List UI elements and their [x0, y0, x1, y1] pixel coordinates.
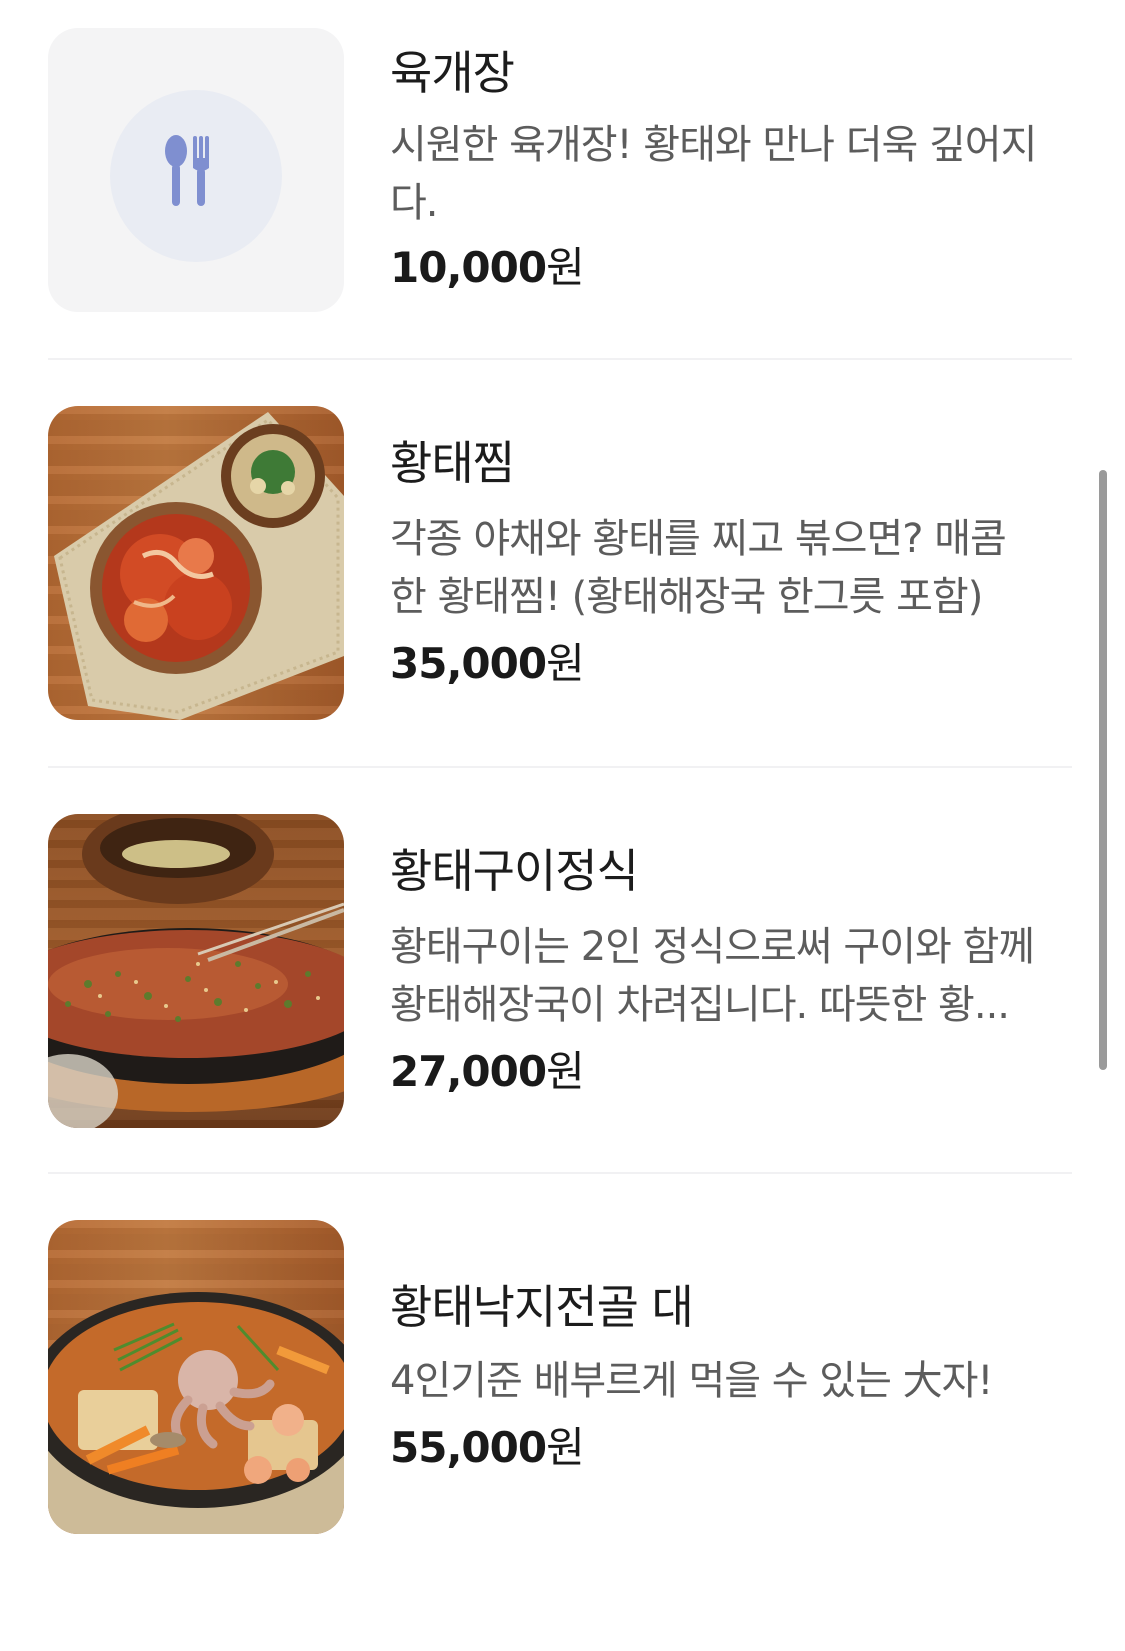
- menu-item-description: 각종 야채와 황태를 찌고 볶으면? 매콤한 황태찜! (황태해장국 한그릇 포…: [390, 516, 1007, 620]
- menu-item-description: 황태구이는 2인 정식으로써 구이와 함께 황태해장국이 차려집니다. 따뜻한 …: [390, 924, 1035, 1028]
- pollack-octopus-hotpot-photo: [48, 1292, 344, 1534]
- menu-item-image: [48, 28, 344, 312]
- menu-item-description: 시원한 육개장! 황태와 만나 더욱 깊어지다.: [390, 122, 1037, 226]
- menu-item-yukgaejang[interactable]: 육개장 시원한 육개장! 황태와 만나 더욱 깊어지다. 10,000원: [48, 28, 1072, 312]
- menu-item-hwangtae-nakji-jeongol[interactable]: 황태낙지전골 대 4인기준 배부르게 먹을 수 있는 大자! 55,000원: [48, 1220, 1072, 1534]
- menu-item-name: 황태찜: [390, 436, 515, 490]
- menu-item-price: 27,000원: [390, 1047, 585, 1096]
- menu-item-image: [48, 406, 344, 720]
- menu-item-image: [48, 1220, 344, 1534]
- menu-item-description: 4인기준 배부르게 먹을 수 있는 大자!: [390, 1358, 993, 1404]
- menu-item-name: 육개장: [390, 46, 515, 100]
- menu-item-image: [48, 814, 344, 1128]
- braised-pollack-photo: [54, 412, 344, 720]
- grilled-pollack-photo: [48, 814, 344, 1128]
- menu-item-name: 황태낙지전골 대: [390, 1280, 694, 1334]
- divider: [48, 358, 1072, 360]
- menu-item-price: 35,000원: [390, 639, 585, 688]
- menu-item-hwangtae-jjim[interactable]: 황태찜 각종 야채와 황태를 찌고 볶으면? 매콤한 황태찜! (황태해장국 한…: [48, 406, 1072, 720]
- scrollbar[interactable]: [1099, 470, 1107, 1070]
- menu-list-screen: 육개장 시원한 육개장! 황태와 만나 더욱 깊어지다. 10,000원 황태찜…: [0, 0, 1125, 1651]
- fork-spoon-icon: [165, 135, 209, 206]
- menu-item-name: 황태구이정식: [390, 844, 639, 898]
- divider: [48, 766, 1072, 768]
- menu-item-price: 10,000원: [390, 243, 585, 292]
- divider: [48, 1172, 1072, 1174]
- menu-item-price: 55,000원: [390, 1423, 585, 1472]
- menu-item-hwangtae-gui-jeongsik[interactable]: 황태구이정식 황태구이는 2인 정식으로써 구이와 함께 황태해장국이 차려집니…: [48, 814, 1072, 1128]
